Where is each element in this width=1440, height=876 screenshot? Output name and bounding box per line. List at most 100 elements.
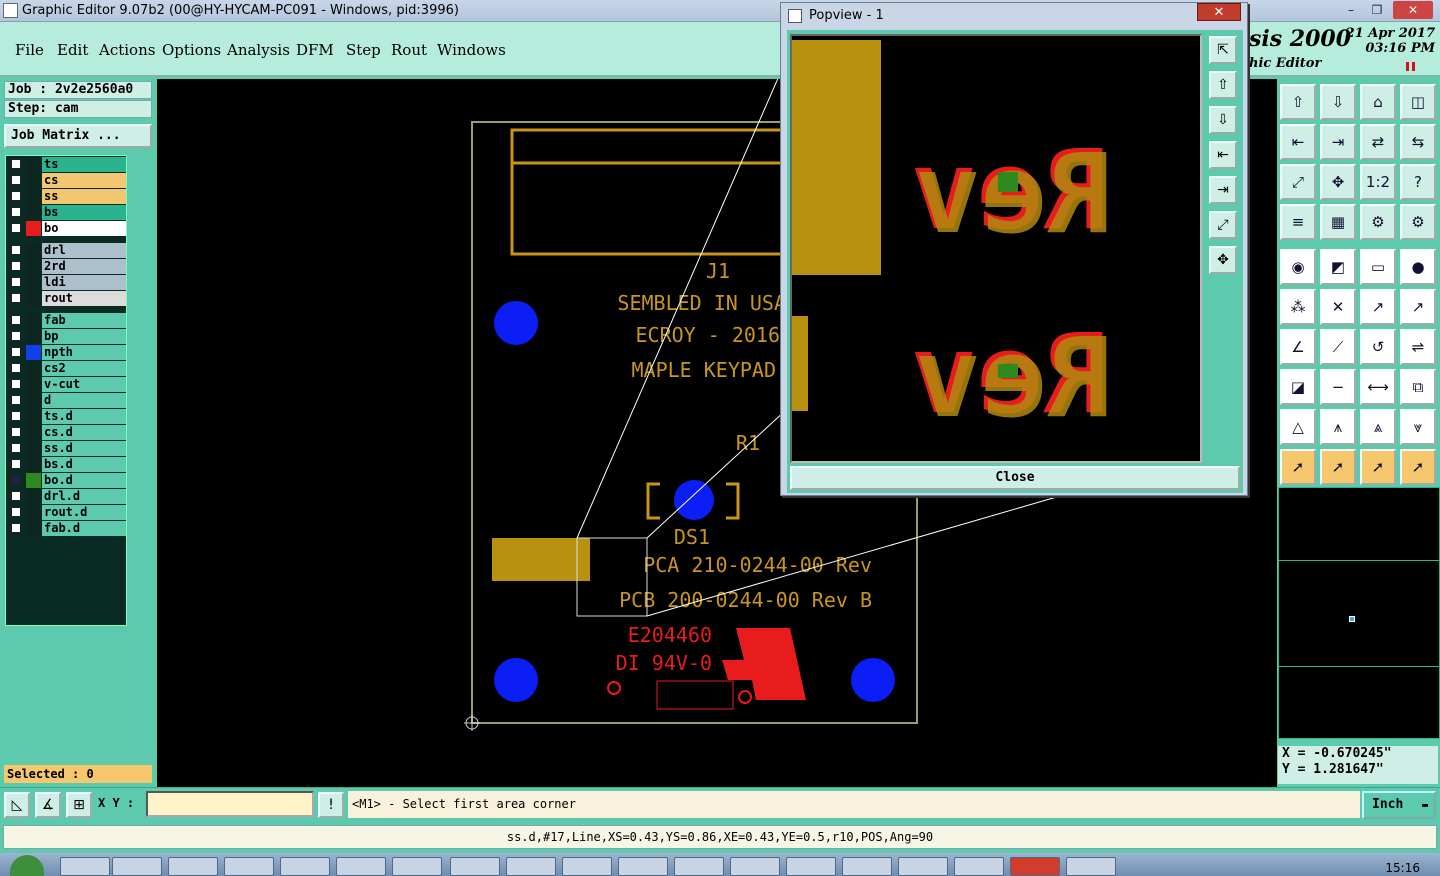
layer-checkbox[interactable] xyxy=(11,491,21,501)
alert-icon[interactable]: ! xyxy=(318,792,344,818)
taskbar-app-11[interactable] xyxy=(618,857,668,876)
node-tool-icon[interactable]: ⁂ xyxy=(1280,289,1316,325)
grid-icon[interactable]: ▦ xyxy=(1320,204,1356,240)
layer-name[interactable]: ss.d xyxy=(42,441,126,456)
triangle-tool-icon[interactable]: △ xyxy=(1280,409,1316,445)
taskbar-app-14[interactable] xyxy=(786,857,836,876)
taskbar-app-4[interactable] xyxy=(224,857,274,876)
layer-checkbox[interactable] xyxy=(11,347,21,357)
layer-row-cs2[interactable]: cs2 xyxy=(8,361,126,376)
layer-row-bp[interactable]: bp xyxy=(8,329,126,344)
job-matrix-button[interactable]: Job Matrix ... xyxy=(4,124,152,148)
copy-tool-icon[interactable]: ◪ xyxy=(1280,369,1316,405)
arrow-a-tool-icon[interactable]: ⩓ xyxy=(1360,409,1396,445)
zoom-box-icon[interactable]: ⤢ xyxy=(1280,164,1316,200)
layer-color-swatch[interactable] xyxy=(26,521,41,536)
layer-checkbox[interactable] xyxy=(11,523,21,533)
layer-row-cs.d[interactable]: cs.d xyxy=(8,425,126,440)
menu-options[interactable]: Options xyxy=(162,41,221,59)
help-icon[interactable]: ? xyxy=(1400,164,1436,200)
layer-color-swatch[interactable] xyxy=(26,473,41,488)
taskbar-app-9[interactable] xyxy=(506,857,556,876)
layer-checkbox[interactable] xyxy=(11,175,21,185)
layer-checkbox[interactable] xyxy=(11,427,21,437)
layer-row-drl[interactable]: drl xyxy=(8,243,126,258)
layer-checkbox[interactable] xyxy=(11,459,21,469)
slope-tool-icon[interactable]: ⟋ xyxy=(1320,329,1356,365)
layer-name[interactable]: drl xyxy=(42,243,126,258)
zoom-fit-icon[interactable]: ⇄ xyxy=(1360,124,1396,160)
angle-mode-icon[interactable]: ∡ xyxy=(35,792,61,818)
snap-on-icon[interactable]: ⚙ xyxy=(1360,204,1396,240)
layer-row-bs.d[interactable]: bs.d xyxy=(8,457,126,472)
layer-row-npth[interactable]: npth xyxy=(8,345,126,360)
layer-color-swatch[interactable] xyxy=(26,361,41,376)
popview-tool-7[interactable]: ✥ xyxy=(1209,246,1237,274)
popview-close-x[interactable]: ✕ xyxy=(1197,3,1241,21)
minimize-button[interactable]: – xyxy=(1338,1,1364,19)
layer-checkbox[interactable] xyxy=(11,245,21,255)
layer-color-swatch[interactable] xyxy=(26,313,41,328)
taskbar-app-8[interactable] xyxy=(450,857,500,876)
layer-row-bo[interactable]: bo xyxy=(8,221,126,236)
layer-name[interactable]: bo.d xyxy=(42,473,126,488)
menu-file[interactable]: File xyxy=(15,41,44,59)
popview-tool-4[interactable]: ⇤ xyxy=(1209,141,1237,169)
layer-color-swatch[interactable] xyxy=(26,345,41,360)
layer-name[interactable]: d xyxy=(42,393,126,408)
layer-name[interactable]: bo xyxy=(42,221,126,236)
layer-row-d[interactable]: d xyxy=(8,393,126,408)
select-arrow-icon[interactable]: ➚ xyxy=(1280,449,1316,485)
layer-row-fab.d[interactable]: fab.d xyxy=(8,521,126,536)
layer-row-v-cut[interactable]: v-cut xyxy=(8,377,126,392)
taskbar-app-13[interactable] xyxy=(730,857,780,876)
window-split-icon[interactable]: ◫ xyxy=(1400,84,1436,120)
taskbar-app-6[interactable] xyxy=(336,857,386,876)
menu-actions[interactable]: Actions xyxy=(99,41,155,59)
popview-tool-1[interactable]: ⇱ xyxy=(1209,36,1237,64)
taskbar-app-10[interactable] xyxy=(562,857,612,876)
home-icon[interactable]: ⌂ xyxy=(1360,84,1396,120)
layer-row-ss[interactable]: ss xyxy=(8,189,126,204)
layer-row-rout[interactable]: rout xyxy=(8,291,126,306)
snap-off-icon[interactable]: ⚙ xyxy=(1400,204,1436,240)
layer-name[interactable]: rout.d xyxy=(42,505,126,520)
layer-color-swatch[interactable] xyxy=(26,157,41,172)
layer-name[interactable]: cs.d xyxy=(42,425,126,440)
layer-row-ldi[interactable]: ldi xyxy=(8,275,126,290)
taskbar-app-1[interactable] xyxy=(60,857,110,876)
layer-row-ts[interactable]: ts xyxy=(8,157,126,172)
popview-window[interactable]: Popview - 1 ✕ Rev Rev Rev Rev xyxy=(780,2,1248,496)
layer-checkbox[interactable] xyxy=(11,395,21,405)
pan-right-icon[interactable]: ⇥ xyxy=(1320,124,1356,160)
layer-checkbox[interactable] xyxy=(11,379,21,389)
layer-checkbox[interactable] xyxy=(11,411,21,421)
layer-row-fab[interactable]: fab xyxy=(8,313,126,328)
layer-name[interactable]: bs xyxy=(42,205,126,220)
layer-color-swatch[interactable] xyxy=(26,173,41,188)
layer-row-rout.d[interactable]: rout.d xyxy=(8,505,126,520)
export-down-icon[interactable]: ⇩ xyxy=(1320,84,1356,120)
popview-tool-3[interactable]: ⇩ xyxy=(1209,106,1237,134)
group-tool-icon[interactable]: ⧉ xyxy=(1400,369,1436,405)
layer-color-swatch[interactable] xyxy=(26,259,41,274)
menu-dfm[interactable]: DFM xyxy=(296,41,334,59)
layer-checkbox[interactable] xyxy=(11,277,21,287)
layer-checkbox[interactable] xyxy=(11,293,21,303)
layer-name[interactable]: bp xyxy=(42,329,126,344)
export-up-icon[interactable]: ⇧ xyxy=(1280,84,1316,120)
layer-checkbox[interactable] xyxy=(11,223,21,233)
start-button[interactable] xyxy=(10,855,44,876)
units-selector[interactable]: Inch ▬ xyxy=(1362,791,1436,819)
layer-checkbox[interactable] xyxy=(11,315,21,325)
scale-1-2-icon[interactable]: 1:2 xyxy=(1360,164,1396,200)
layer-color-swatch[interactable] xyxy=(26,377,41,392)
menu-edit[interactable]: Edit xyxy=(57,41,88,59)
layer-name[interactable]: drl.d xyxy=(42,489,126,504)
arc-cw-icon[interactable]: ↗ xyxy=(1400,289,1436,325)
layer-name[interactable]: npth xyxy=(42,345,126,360)
layer-row-ss.d[interactable]: ss.d xyxy=(8,441,126,456)
overview-map[interactable] xyxy=(1278,487,1440,739)
layer-checkbox[interactable] xyxy=(11,475,21,485)
layer-color-swatch[interactable] xyxy=(26,505,41,520)
